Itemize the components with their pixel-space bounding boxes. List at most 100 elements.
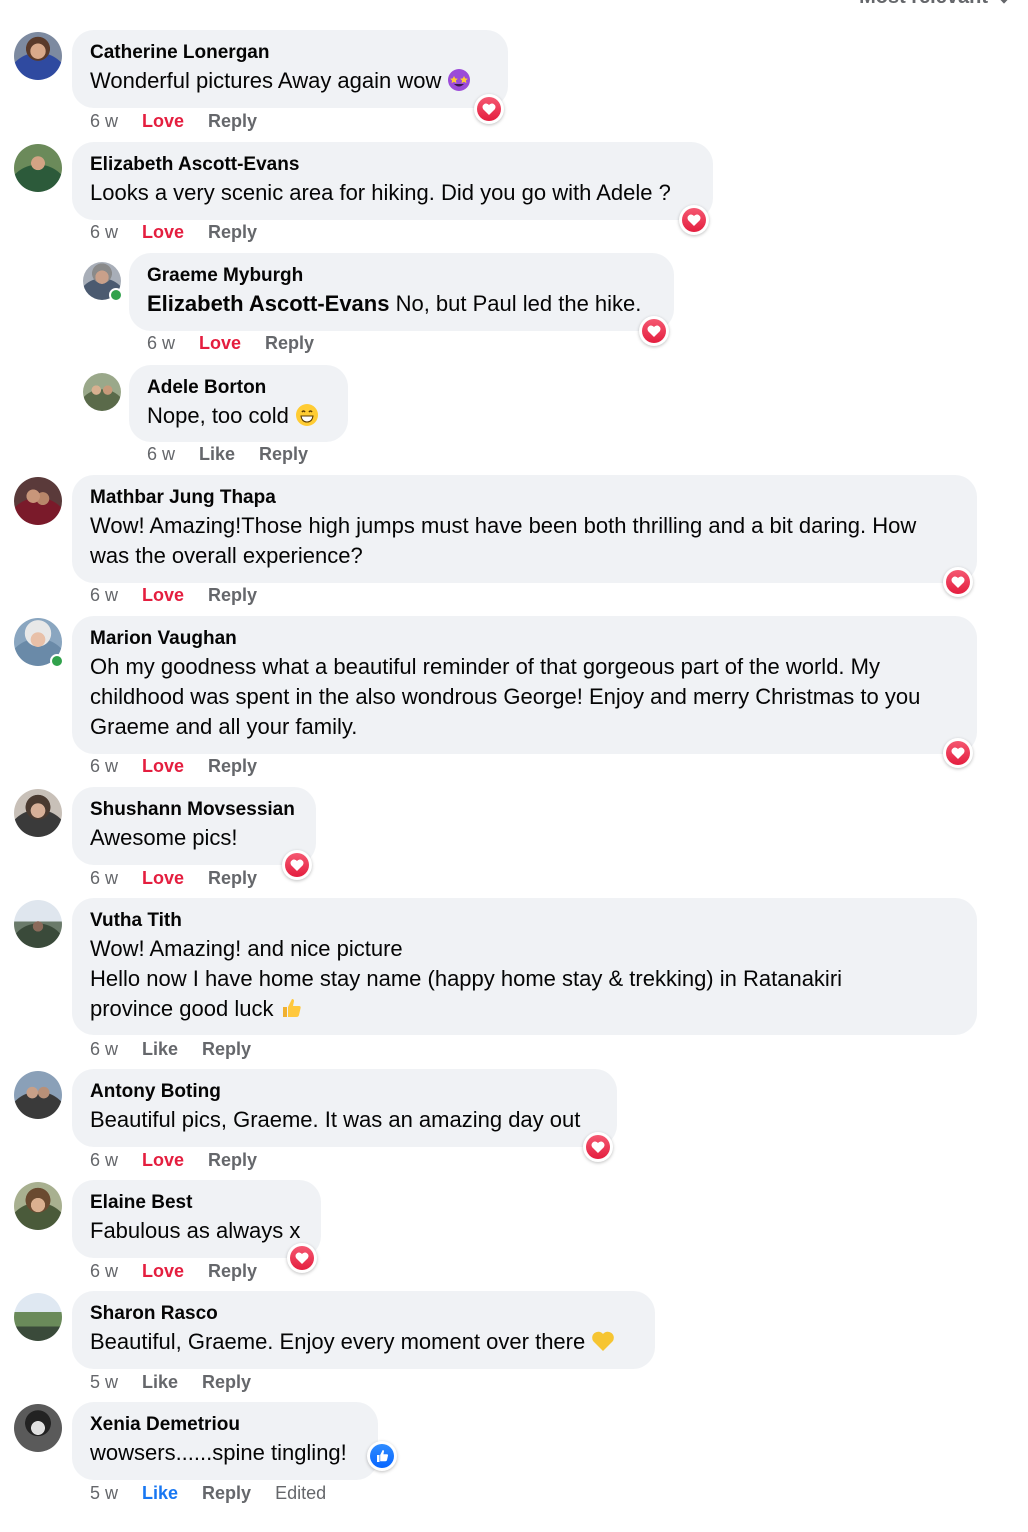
thumbs-up-emoji-icon — [279, 996, 303, 1020]
comment-bubble: Graeme Myburgh Elizabeth Ascott-Evans No… — [129, 253, 674, 331]
avatar[interactable] — [14, 32, 62, 80]
love-button[interactable]: Love — [199, 333, 241, 354]
comment-text-line: Oh my goodness what a beautiful reminder… — [90, 654, 880, 679]
comment-actions: 6 w Like Reply — [90, 1039, 251, 1060]
comment-text: Nope, too cold — [147, 401, 330, 431]
comment-author[interactable]: Antony Boting — [90, 1079, 599, 1105]
sort-dropdown[interactable]: Most relevant — [859, 0, 1013, 9]
comment-author[interactable]: Xenia Demetriou — [90, 1412, 360, 1438]
yellow-heart-emoji-icon — [591, 1329, 615, 1353]
love-button[interactable]: Love — [142, 756, 184, 777]
like-button[interactable]: Like — [142, 1483, 178, 1504]
reply-button[interactable]: Reply — [202, 1372, 251, 1393]
love-button[interactable]: Love — [142, 111, 184, 132]
avatar[interactable] — [14, 1182, 62, 1230]
comment-time[interactable]: 5 w — [90, 1372, 118, 1393]
comment-actions: 6 w Love Reply — [90, 756, 257, 777]
comment-author[interactable]: Mathbar Jung Thapa — [90, 485, 959, 511]
avatar[interactable] — [83, 262, 123, 302]
love-button[interactable]: Love — [142, 868, 184, 889]
love-reaction-icon[interactable] — [583, 1132, 613, 1162]
comment-text-line: Graeme and all your family. — [90, 714, 358, 739]
reply-button[interactable]: Reply — [208, 585, 257, 606]
comment-author[interactable]: Elizabeth Ascott-Evans — [90, 152, 695, 178]
reply-button[interactable]: Reply — [202, 1483, 251, 1504]
comment-bubble: Antony Boting Beautiful pics, Graeme. It… — [72, 1069, 617, 1147]
comment-actions: 6 w Love Reply — [147, 333, 314, 354]
like-button[interactable]: Like — [199, 444, 235, 465]
avatar[interactable] — [14, 789, 62, 837]
comment-bubble: Catherine Lonergan Wonderful pictures Aw… — [72, 30, 508, 108]
comment-text-line: province good luck — [90, 994, 959, 1024]
avatar[interactable] — [14, 1293, 62, 1341]
avatar[interactable] — [83, 373, 121, 411]
comment-actions: 5 w Like Reply Edited — [90, 1483, 326, 1504]
grinning-emoji-icon — [295, 403, 319, 427]
avatar[interactable] — [14, 618, 64, 668]
love-button[interactable]: Love — [142, 222, 184, 243]
love-button[interactable]: Love — [142, 585, 184, 606]
reply-button[interactable]: Reply — [208, 868, 257, 889]
avatar[interactable] — [14, 144, 62, 192]
comment-author[interactable]: Vutha Tith — [90, 908, 959, 934]
love-reaction-icon[interactable] — [282, 850, 312, 880]
comment-actions: 6 w Like Reply — [147, 444, 308, 465]
comment-time[interactable]: 6 w — [90, 868, 118, 889]
love-reaction-icon[interactable] — [639, 316, 669, 346]
love-reaction-icon[interactable] — [474, 94, 504, 124]
comment-author[interactable]: Elaine Best — [90, 1190, 303, 1216]
comment-time[interactable]: 6 w — [90, 222, 118, 243]
comment-author[interactable]: Marion Vaughan — [90, 626, 959, 652]
comment-time[interactable]: 6 w — [147, 333, 175, 354]
reply-button[interactable]: Reply — [208, 1261, 257, 1282]
love-button[interactable]: Love — [142, 1261, 184, 1282]
reply-button[interactable]: Reply — [259, 444, 308, 465]
comment-author[interactable]: Shushann Movsessian — [90, 797, 298, 823]
love-button[interactable]: Love — [142, 1150, 184, 1171]
comment-time[interactable]: 6 w — [90, 585, 118, 606]
comment-author[interactable]: Catherine Lonergan — [90, 40, 490, 66]
comment-author[interactable]: Adele Borton — [147, 375, 330, 401]
reply-button[interactable]: Reply — [202, 1039, 251, 1060]
like-button[interactable]: Like — [142, 1372, 178, 1393]
comment-actions: 6 w Love Reply — [90, 585, 257, 606]
comment-time[interactable]: 6 w — [90, 1150, 118, 1171]
comment-text-content: No, but Paul led the hike. — [389, 291, 642, 316]
comment-bubble: Vutha Tith Wow! Amazing! and nice pictur… — [72, 898, 977, 1035]
comment-actions: 6 w Love Reply — [90, 868, 257, 889]
love-reaction-icon[interactable] — [943, 738, 973, 768]
reply-button[interactable]: Reply — [208, 1150, 257, 1171]
comment-bubble: Elaine Best Fabulous as always x — [72, 1180, 321, 1258]
love-reaction-icon[interactable] — [679, 205, 709, 235]
avatar[interactable] — [14, 1404, 62, 1452]
comment-time[interactable]: 6 w — [147, 444, 175, 465]
comment-bubble: Sharon Rasco Beautiful, Graeme. Enjoy ev… — [72, 1291, 655, 1369]
comment-text-content: Wonderful pictures Away again wow — [90, 68, 442, 93]
comment-time[interactable]: 6 w — [90, 756, 118, 777]
reply-button[interactable]: Reply — [208, 222, 257, 243]
love-reaction-icon[interactable] — [943, 567, 973, 597]
comment-text-content: Nope, too cold — [147, 403, 289, 428]
comment-time[interactable]: 6 w — [90, 111, 118, 132]
mention-link[interactable]: Elizabeth Ascott-Evans — [147, 291, 389, 316]
love-reaction-icon[interactable] — [287, 1243, 317, 1273]
comment-text: Fabulous as always x — [90, 1218, 301, 1243]
comment-time[interactable]: 6 w — [90, 1261, 118, 1282]
comment-bubble: Mathbar Jung Thapa Wow! Amazing!Those hi… — [72, 475, 977, 583]
reply-button[interactable]: Reply — [208, 756, 257, 777]
comment-text-content: Beautiful, Graeme. Enjoy every moment ov… — [90, 1329, 586, 1354]
star-struck-emoji-icon — [447, 68, 471, 92]
avatar[interactable] — [14, 1071, 62, 1119]
like-button[interactable]: Like — [142, 1039, 178, 1060]
reply-button[interactable]: Reply — [265, 333, 314, 354]
comment-author[interactable]: Graeme Myburgh — [147, 263, 656, 289]
avatar[interactable] — [14, 477, 62, 525]
comment-text: Wonderful pictures Away again wow — [90, 66, 490, 96]
avatar[interactable] — [14, 900, 62, 948]
comment-time[interactable]: 5 w — [90, 1483, 118, 1504]
like-reaction-icon[interactable] — [367, 1441, 397, 1471]
comment-time[interactable]: 6 w — [90, 1039, 118, 1060]
reply-button[interactable]: Reply — [208, 111, 257, 132]
comment-actions: 6 w Love Reply — [90, 1150, 257, 1171]
comment-author[interactable]: Sharon Rasco — [90, 1301, 637, 1327]
